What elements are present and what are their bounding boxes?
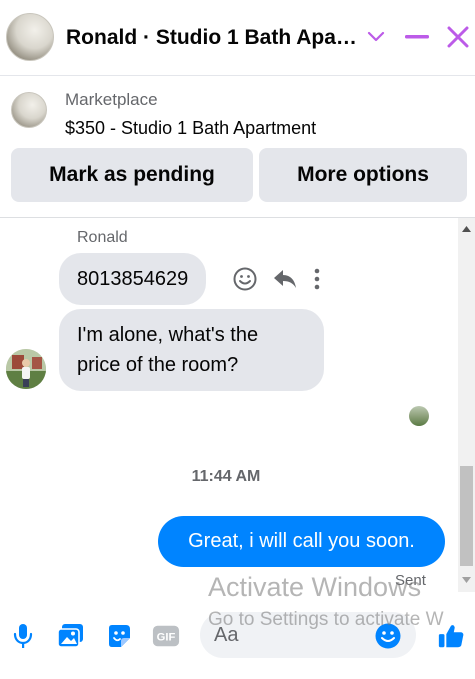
scrollbar-thumb[interactable] — [460, 466, 473, 566]
seen-avatar — [409, 406, 429, 426]
message-text: 8013854629 — [77, 268, 189, 290]
reply-icon[interactable] — [272, 267, 298, 296]
chat-header: Ronald · Studio 1 Bath Apa… — [0, 0, 475, 76]
more-vertical-icon[interactable] — [312, 267, 322, 296]
minimize-icon[interactable] — [402, 22, 432, 52]
message-thread[interactable]: Ronald 8013854629 I'm alone, what's the … — [0, 218, 475, 592]
chevron-down-icon[interactable] — [361, 22, 391, 52]
scroll-up-arrow-icon[interactable] — [458, 220, 475, 237]
sent-status: Sent — [395, 572, 426, 589]
gif-icon[interactable]: GIF — [152, 622, 180, 650]
incoming-message-bubble[interactable]: 8013854629 — [59, 253, 207, 305]
listing-avatar[interactable] — [6, 13, 54, 61]
outgoing-message-bubble[interactable]: Great, i will call you soon. — [158, 516, 445, 567]
more-options-button[interactable]: More options — [259, 148, 467, 202]
incoming-message-bubble[interactable]: I'm alone, what's the price of the room? — [59, 309, 324, 391]
message-composer: GIF — [0, 592, 475, 679]
message-text-line: I'm alone, what's the — [77, 324, 259, 346]
message-timestamp: 11:44 AM — [191, 468, 261, 485]
scroll-down-arrow-icon[interactable] — [458, 571, 475, 588]
listing-category: Marketplace — [65, 90, 158, 109]
react-emoji-icon[interactable] — [232, 266, 258, 297]
svg-text:GIF: GIF — [157, 632, 176, 644]
emoji-icon[interactable] — [374, 622, 402, 650]
mark-as-pending-button[interactable]: Mark as pending — [11, 148, 253, 202]
listing-title[interactable]: $350 - Studio 1 Bath Apartment — [65, 118, 316, 139]
sticker-icon[interactable] — [105, 622, 133, 650]
contact-avatar[interactable] — [6, 349, 46, 389]
like-icon[interactable] — [437, 622, 465, 650]
message-text: Great, i will call you soon. — [188, 530, 415, 552]
close-icon[interactable] — [443, 22, 473, 52]
photo-icon[interactable] — [57, 622, 85, 650]
listing-thumbnail[interactable] — [11, 92, 47, 128]
chat-scrollbar[interactable] — [458, 218, 475, 592]
message-actions — [232, 266, 322, 297]
message-text-line: price of the room? — [77, 354, 239, 376]
microphone-icon[interactable] — [9, 622, 37, 650]
sender-name: Ronald — [77, 229, 128, 246]
chat-title[interactable]: Ronald · Studio 1 Bath Apa… — [66, 26, 357, 50]
listing-banner: Marketplace $350 - Studio 1 Bath Apartme… — [0, 76, 475, 218]
